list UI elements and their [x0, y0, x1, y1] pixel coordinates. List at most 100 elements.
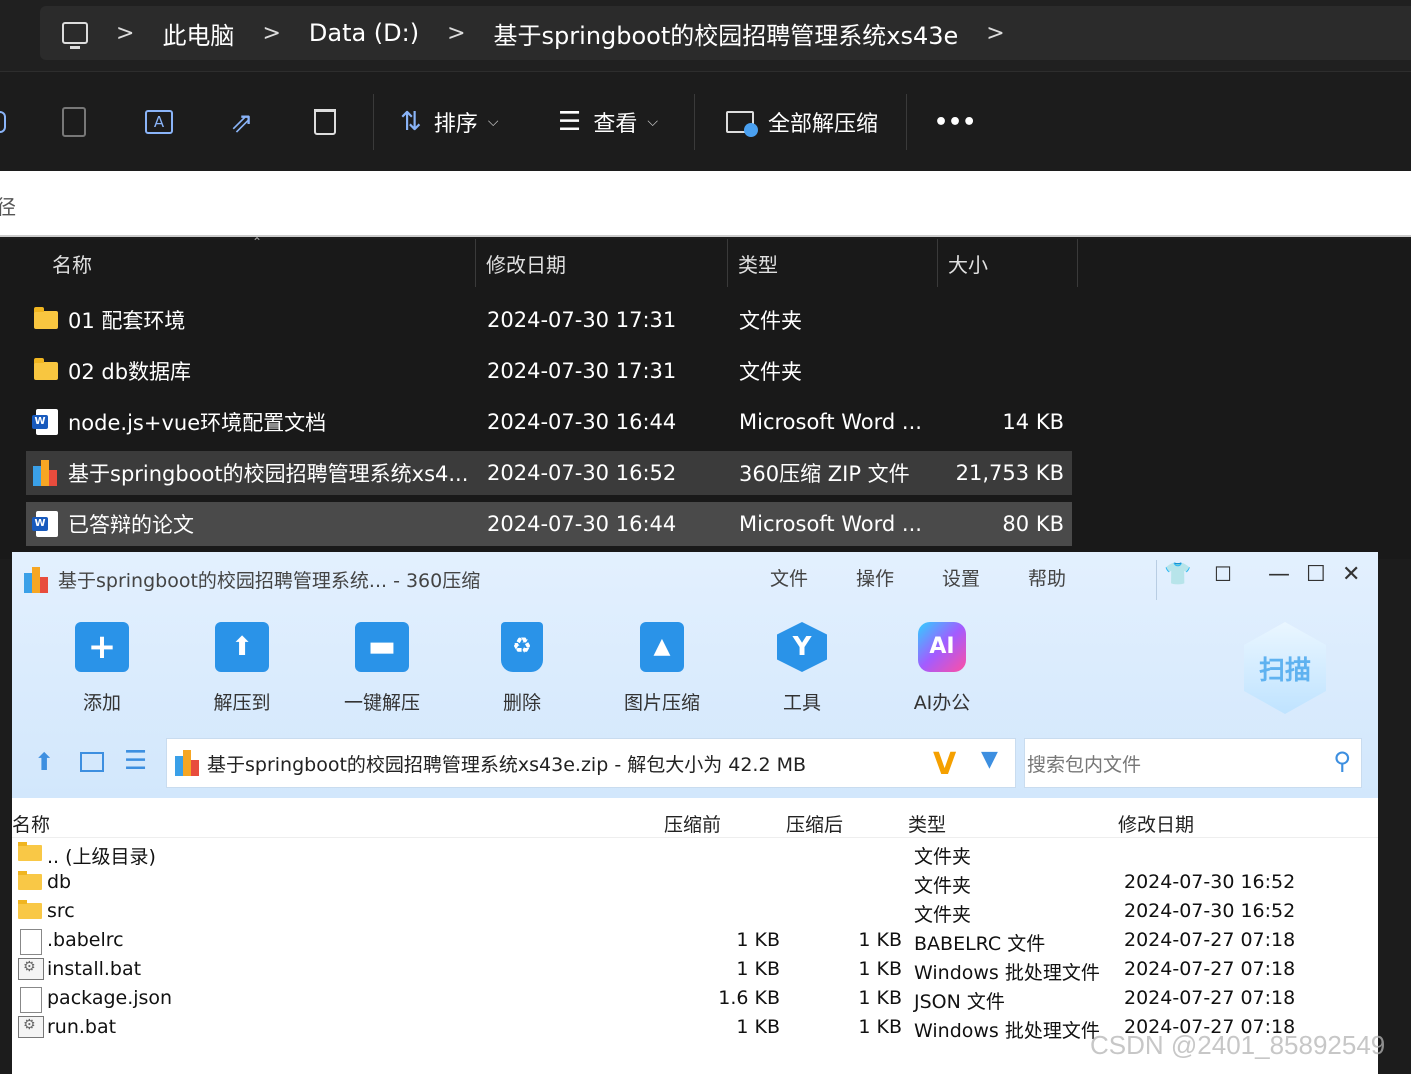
one-click-folder-icon: ▬	[355, 622, 409, 672]
share-icon[interactable]: ⇗	[230, 74, 253, 170]
entry-type: 文件夹	[914, 875, 972, 897]
breadcrumb[interactable]: > 此电脑 > Data (D:) > 基于springboot的校园招聘管理系…	[40, 6, 1411, 60]
archive-search-input[interactable]: 搜索包内文件 ⚲	[1024, 738, 1362, 788]
archive-row[interactable]: .babelrc 1 KB 1 KB BABELRC 文件 2024-07-27…	[12, 927, 1378, 956]
file-type: 文件夹	[739, 309, 802, 333]
view-list-icon: ☰	[558, 107, 582, 137]
archive-row[interactable]: .. (上级目录) 文件夹	[12, 840, 1378, 869]
column-header-size[interactable]: 大小	[938, 239, 1078, 287]
column-header-date[interactable]: 修改日期	[1118, 810, 1194, 837]
file-type: 文件夹	[739, 360, 802, 384]
close-icon[interactable]: ✕	[1342, 562, 1360, 587]
entry-date: 2024-07-30 16:52	[1124, 900, 1296, 922]
toolbar-divider	[373, 94, 374, 150]
ai-icon: AI	[918, 622, 966, 672]
image-compress-button[interactable]: ▲ 图片压缩	[612, 622, 712, 715]
column-header-name[interactable]: 名称	[12, 810, 50, 837]
zip-icon	[175, 750, 201, 776]
entry-name: src	[47, 900, 75, 922]
scan-button[interactable]: 扫描	[1244, 622, 1326, 714]
column-header-name[interactable]: 名称	[42, 239, 476, 287]
file-row-selected[interactable]: 已答辩的论文 2024-07-30 16:44 Microsoft Word .…	[26, 502, 1072, 546]
entry-type: 文件夹	[914, 846, 972, 868]
maximize-icon[interactable]: ☐	[1306, 562, 1326, 587]
entry-type: Windows 批处理文件	[914, 962, 1100, 984]
word-icon	[32, 511, 58, 537]
archive-row[interactable]: src 文件夹 2024-07-30 16:52	[12, 898, 1378, 927]
chevron-right-icon[interactable]: >	[986, 21, 1004, 46]
file-name: 基于springboot的校园招聘管理系统xs4...	[68, 462, 469, 486]
image-compress-label: 图片压缩	[623, 692, 700, 714]
chevron-right-icon[interactable]: >	[447, 21, 465, 46]
feedback-icon[interactable]: ☐	[1214, 562, 1232, 586]
entry-before: 1.6 KB	[718, 987, 780, 1009]
zip-nav-bar: ⬆ ☰ 基于springboot的校园招聘管理系统xs43e.zip - 解包大…	[12, 738, 1378, 792]
entry-before: 1 KB	[736, 958, 780, 980]
skin-icon[interactable]: 👕	[1164, 562, 1191, 587]
up-arrow-icon[interactable]: ⬆	[34, 748, 54, 776]
cut-icon[interactable]	[0, 74, 6, 170]
column-header-before[interactable]: 压缩前	[664, 810, 721, 837]
file-row[interactable]: 02 db数据库 2024-07-30 17:31 文件夹	[26, 349, 1072, 393]
column-header-type[interactable]: 类型	[728, 239, 938, 287]
entry-name: db	[47, 871, 72, 893]
sort-button[interactable]: ⇅ 排序 ⌵	[400, 74, 498, 170]
paste-icon[interactable]	[62, 74, 86, 170]
archive-row[interactable]: db 文件夹 2024-07-30 16:52	[12, 869, 1378, 898]
column-header-after[interactable]: 压缩后	[786, 810, 843, 837]
ai-office-label: AI办公	[913, 692, 971, 714]
entry-type: JSON 文件	[914, 991, 1005, 1013]
minimize-icon[interactable]: —	[1268, 562, 1290, 587]
file-type: 360压缩 ZIP 文件	[739, 462, 910, 486]
column-header-type[interactable]: 类型	[908, 810, 946, 837]
thumbnail-view-icon[interactable]	[80, 752, 104, 772]
path-hint-text: 径	[0, 195, 16, 219]
breadcrumb-folder[interactable]: 基于springboot的校园招聘管理系统xs43e	[494, 6, 959, 60]
breadcrumb-drive[interactable]: Data (D:)	[309, 6, 419, 60]
column-header-date[interactable]: 修改日期	[476, 239, 728, 287]
word-icon	[32, 409, 58, 435]
rename-icon[interactable]: A	[145, 74, 173, 170]
more-options-button[interactable]: •••	[934, 74, 976, 170]
chevron-right-icon[interactable]: >	[116, 21, 134, 46]
v-logo-icon[interactable]: V	[933, 747, 956, 782]
ai-office-button[interactable]: AI AI办公	[892, 622, 992, 715]
menu-settings[interactable]: 设置	[942, 564, 980, 591]
extract-folder-icon: ⬆	[215, 622, 269, 672]
file-date: 2024-07-30 17:31	[487, 308, 677, 332]
one-click-extract-button[interactable]: ▬ 一键解压	[332, 622, 432, 715]
archive-row[interactable]: package.json 1.6 KB 1 KB JSON 文件 2024-07…	[12, 985, 1378, 1014]
extract-to-button[interactable]: ⬆ 解压到	[192, 622, 292, 715]
entry-before: 1 KB	[736, 1016, 780, 1038]
view-button[interactable]: ☰ 查看 ⌵	[558, 74, 658, 170]
file-type: Microsoft Word ...	[739, 512, 922, 536]
breadcrumb-this-pc[interactable]: 此电脑	[162, 6, 234, 60]
menu-divider	[1156, 560, 1157, 600]
computer-icon[interactable]	[62, 22, 88, 49]
tools-button[interactable]: Y 工具	[752, 622, 852, 715]
file-row[interactable]: node.js+vue环境配置文档 2024-07-30 16:44 Micro…	[26, 400, 1072, 444]
dropdown-arrow-icon[interactable]: ▼	[981, 747, 998, 772]
delete-button[interactable]: ♻ 删除	[472, 622, 572, 715]
add-button[interactable]: + 添加	[52, 622, 152, 715]
chevron-down-icon: ⌵	[647, 114, 658, 130]
menu-help[interactable]: 帮助	[1028, 564, 1066, 591]
delete-icon[interactable]	[314, 74, 336, 170]
file-name: 已答辩的论文	[68, 513, 194, 537]
extract-all-label: 全部解压缩	[768, 112, 879, 137]
extract-all-button[interactable]: 全部解压缩	[726, 74, 878, 170]
chevron-right-icon[interactable]: >	[262, 21, 280, 46]
menu-operate[interactable]: 操作	[856, 564, 894, 591]
entry-after: 1 KB	[858, 1016, 902, 1038]
menu-file[interactable]: 文件	[770, 564, 808, 591]
list-view-icon[interactable]: ☰	[124, 746, 147, 776]
file-row-selected[interactable]: 基于springboot的校园招聘管理系统xs4... 2024-07-30 1…	[26, 451, 1072, 495]
file-date: 2024-07-30 17:31	[487, 359, 677, 383]
command-bar: A ⇗ ⇅ 排序 ⌵ ☰ 查看 ⌵ 全部解压缩 •••	[0, 74, 1411, 170]
entry-date: 2024-07-30 16:52	[1124, 871, 1296, 893]
search-icon[interactable]: ⚲	[1333, 747, 1351, 775]
archive-path-box[interactable]: 基于springboot的校园招聘管理系统xs43e.zip - 解包大小为 4…	[166, 738, 1016, 788]
file-size: 21,753 KB	[955, 461, 1064, 485]
archive-row[interactable]: install.bat 1 KB 1 KB Windows 批处理文件 2024…	[12, 956, 1378, 985]
file-row[interactable]: 01 配套环境 2024-07-30 17:31 文件夹	[26, 298, 1072, 342]
